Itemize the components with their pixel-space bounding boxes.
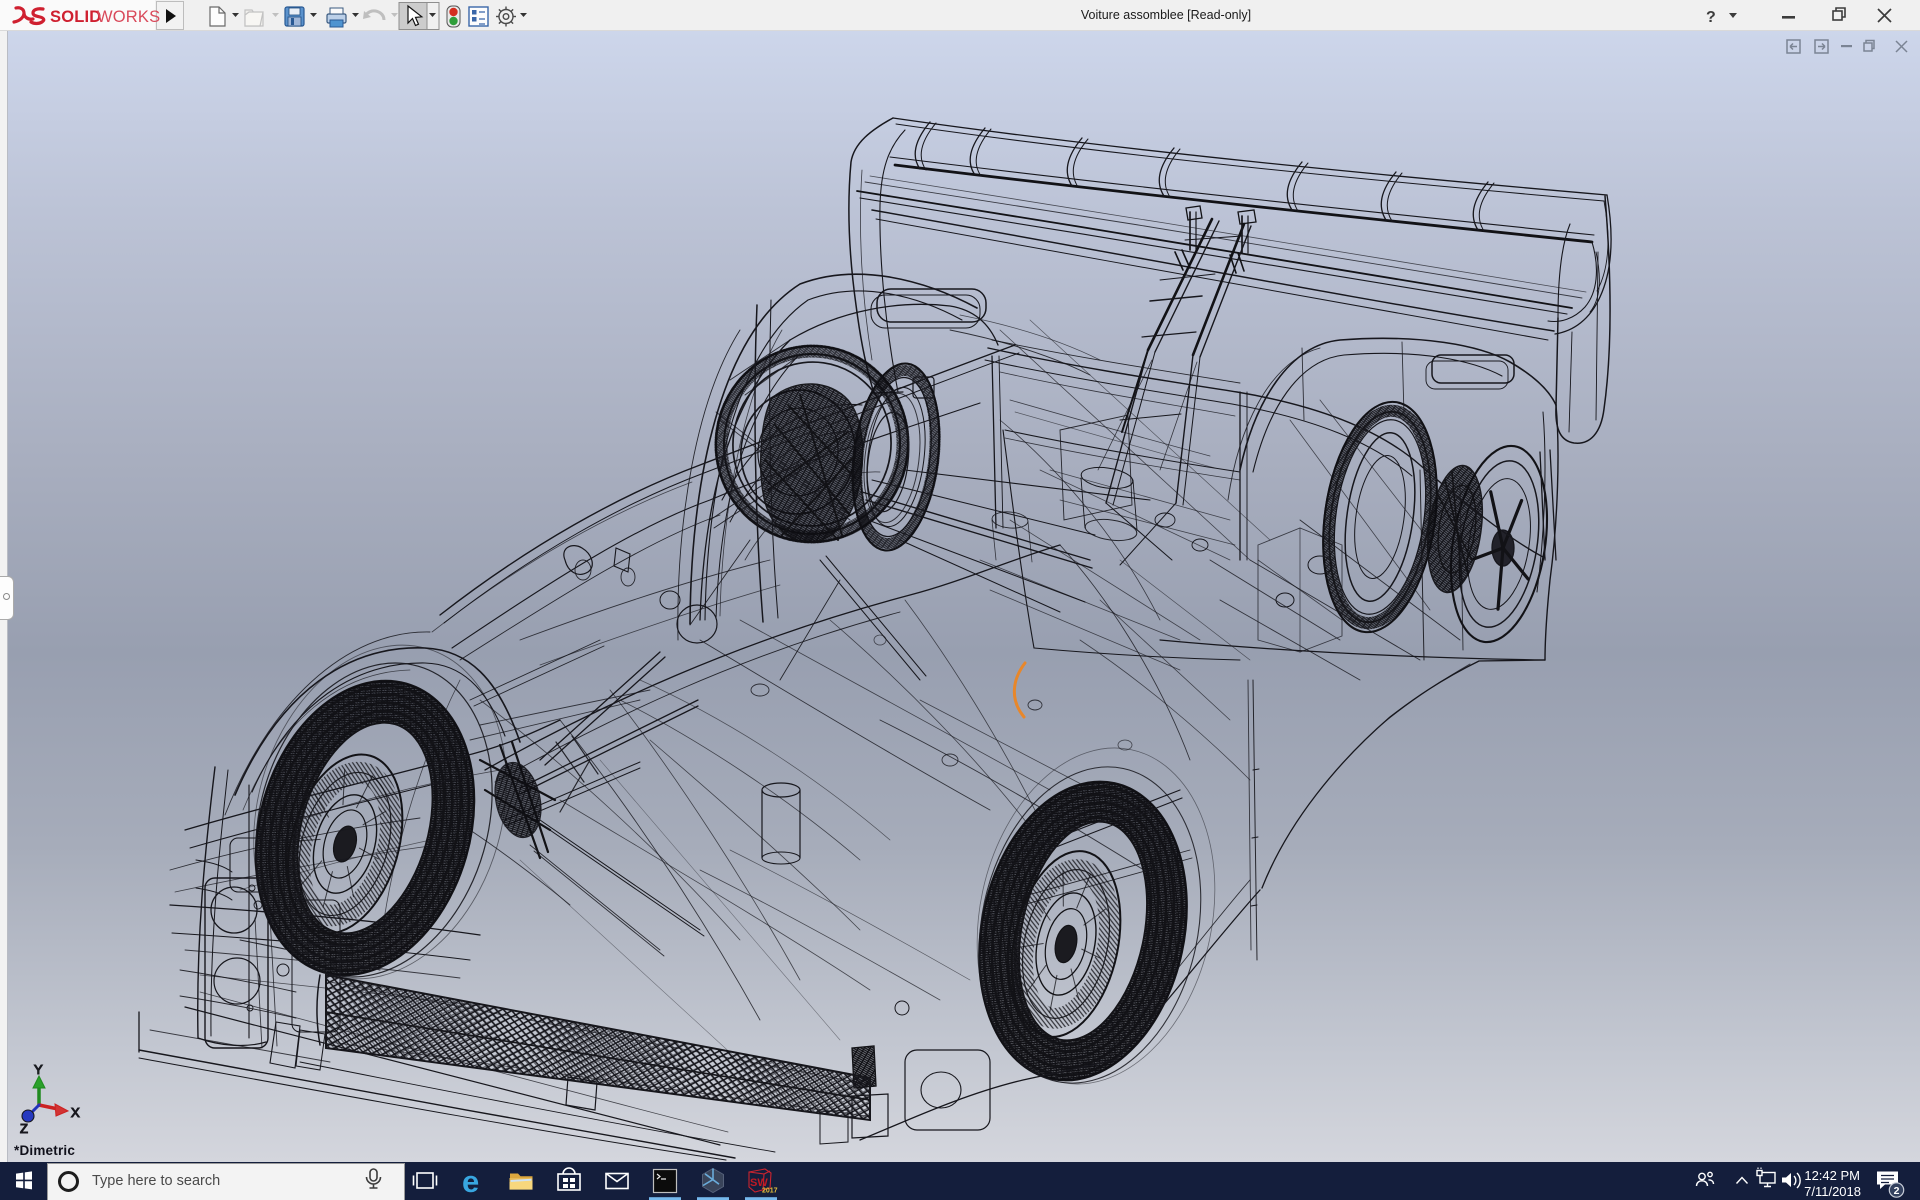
svg-text:?: ? <box>1706 9 1716 26</box>
svg-text:Z: Z <box>20 1121 28 1136</box>
svg-text:2: 2 <box>1894 1185 1900 1197</box>
svg-text:X: X <box>71 1105 80 1120</box>
svg-text:7/11/2018: 7/11/2018 <box>1804 1184 1861 1199</box>
svg-text:Y: Y <box>34 1062 43 1077</box>
svg-text:e: e <box>462 1164 479 1199</box>
svg-text:WORKS: WORKS <box>97 8 160 26</box>
svg-text:2017: 2017 <box>762 1188 778 1195</box>
svg-text:12:42 PM: 12:42 PM <box>1804 1168 1860 1183</box>
svg-text:SOLID: SOLID <box>50 8 101 26</box>
